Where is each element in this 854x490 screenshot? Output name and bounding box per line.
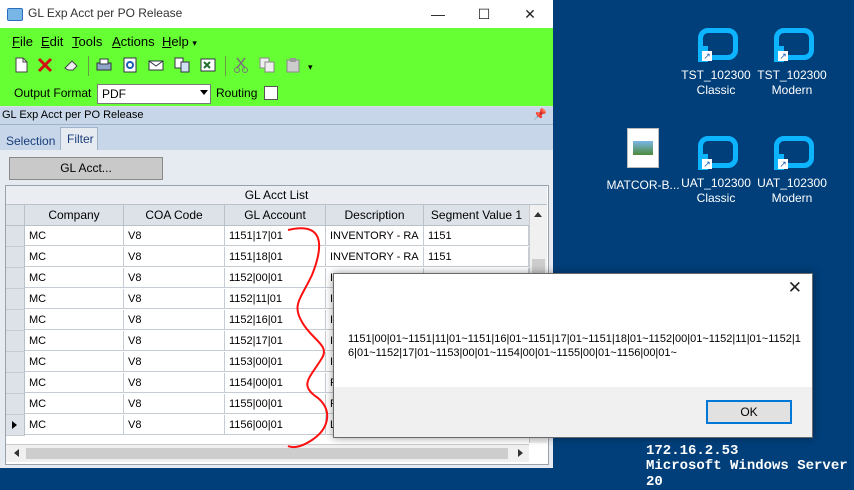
message-dialog: ✕ 1151|00|01~1151|11|01~1151|16|01~1151|…	[333, 273, 813, 438]
dialog-message: 1151|00|01~1151|11|01~1151|16|01~1151|17…	[348, 333, 801, 359]
dialog-footer: OK	[334, 387, 812, 437]
close-icon[interactable]: ✕	[788, 278, 802, 298]
ok-button[interactable]: OK	[706, 400, 792, 424]
